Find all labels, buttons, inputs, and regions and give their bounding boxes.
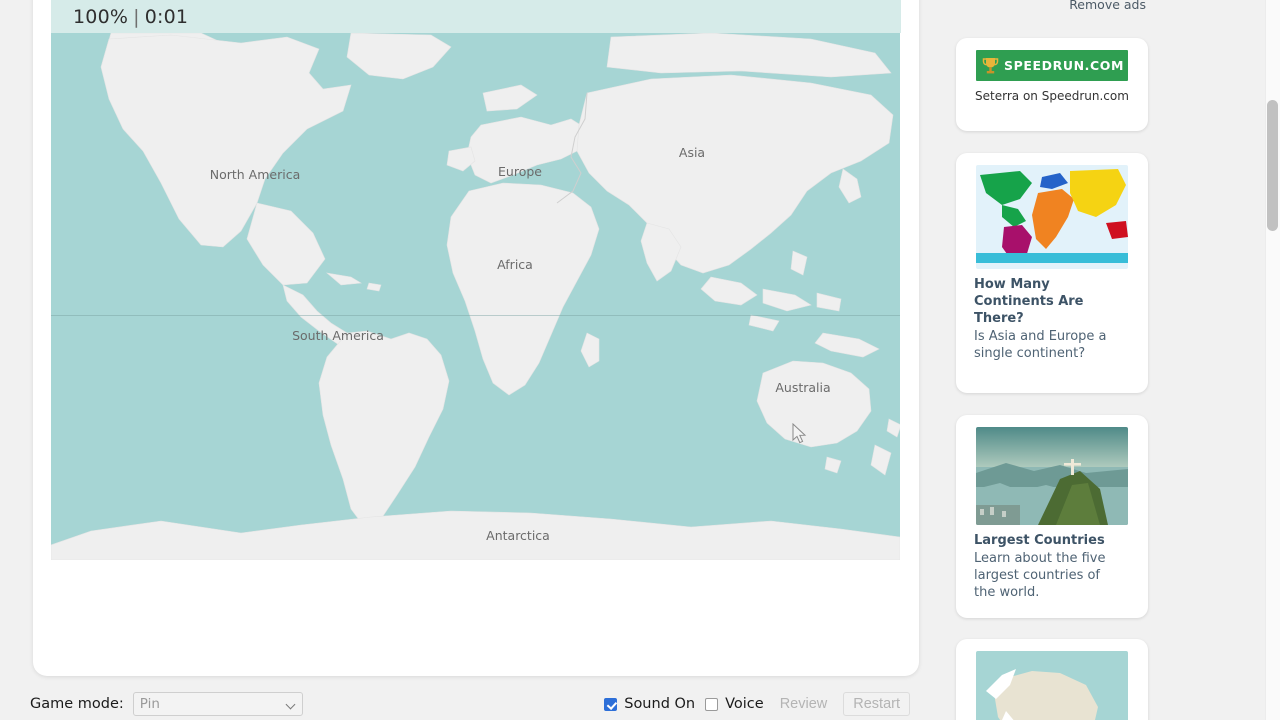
speedrun-banner-text: SPEEDRUN.COM [1004,58,1125,73]
rio-photo-image [976,427,1128,525]
status-bar: 100% | 0:01 [51,0,901,33]
status-separator: | [133,5,140,28]
game-mode-value: Pin [139,696,160,712]
review-button[interactable]: Review [774,693,834,715]
world-map[interactable]: North America Europe Asia Africa South A… [51,33,900,560]
game-card: 100% | 0:01 North America Europe Asia Af… [33,0,919,676]
continents-ad-subtitle: Is Asia and Europe a single continent? [974,329,1107,361]
voice-toggle[interactable]: Voice [705,696,764,712]
trophy-icon [982,58,999,74]
equator-line [51,315,900,316]
game-mode-select[interactable]: Pin [132,692,303,716]
ad-card-speedrun[interactable]: SPEEDRUN.COM Seterra on Speedrun.com [956,38,1148,131]
game-controls: Game mode: Pin Sound On Voice Review Res… [0,688,920,720]
antarctica-map-image [976,651,1128,720]
sound-checkbox[interactable] [604,697,618,711]
sound-on-label: Sound On [624,696,696,712]
continents-map-image [976,165,1128,269]
voice-label: Voice [725,696,764,712]
voice-checkbox[interactable] [705,697,719,711]
largest-countries-ad-subtitle: Learn about the five largest countries o… [974,551,1106,600]
sound-on-toggle[interactable]: Sound On [604,696,695,712]
score-percent: 100% [73,5,129,28]
speedrun-banner: SPEEDRUN.COM [976,50,1128,81]
scrollbar-thumb[interactable] [1267,100,1278,231]
speedrun-caption: Seterra on Speedrun.com [975,89,1129,103]
continents-ad-title: How Many Continents Are There? [974,277,1084,326]
ad-rail: Remove ads SPEEDRUN.COM Seterra on Speed… [940,0,1265,720]
page-root: 100% | 0:01 North America Europe Asia Af… [0,0,1280,720]
chevron-down-icon [287,700,296,709]
largest-countries-ad-title: Largest Countries [974,533,1105,548]
restart-button[interactable]: Restart [843,692,910,716]
remove-ads-link[interactable]: Remove ads [1069,0,1146,12]
ad-card-largest-countries[interactable]: Largest Countries Learn about the five l… [956,415,1148,618]
timer: 0:01 [144,5,189,28]
largest-countries-ad-body: Largest Countries Learn about the five l… [956,525,1116,601]
game-mode-group: Game mode: Pin [30,692,303,716]
ad-card-antarctica[interactable] [956,639,1148,720]
ad-card-continents[interactable]: How Many Continents Are There? Is Asia a… [956,153,1148,393]
world-map-svg[interactable] [51,33,900,560]
scrollbar-track[interactable] [1265,0,1280,720]
game-mode-label: Game mode: [30,696,124,712]
continents-ad-body: How Many Continents Are There? Is Asia a… [956,269,1116,362]
controls-right: Sound On Voice Review Restart [604,692,910,716]
